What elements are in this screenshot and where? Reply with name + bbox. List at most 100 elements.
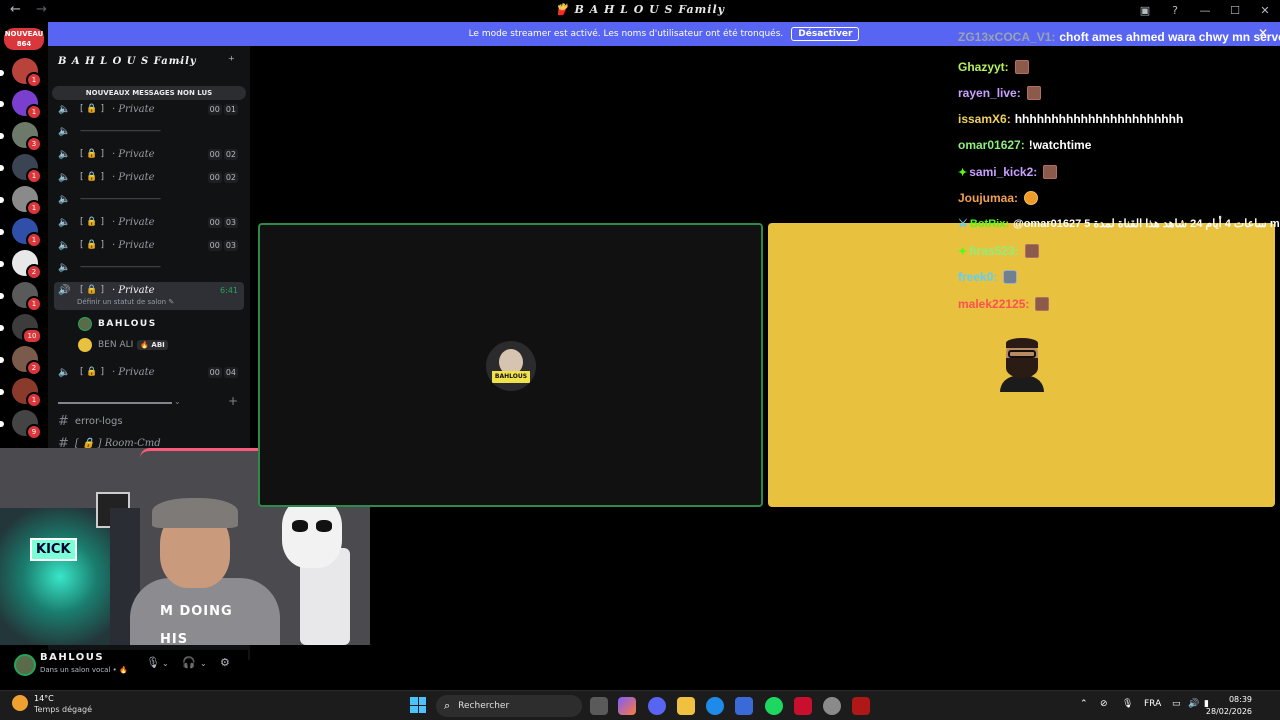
category-divider[interactable] <box>58 402 172 404</box>
streaming-app-icon[interactable] <box>794 697 812 715</box>
separator-channel[interactable]: 🔈 —————————— <box>54 257 244 277</box>
voice-channel[interactable]: 🔈 [ 🔒 ] · Private 00 03 <box>54 235 244 255</box>
neon-glow <box>0 508 120 645</box>
lock-label: [ 🔒 ] <box>80 149 104 159</box>
lock-label: [ 🔒 ] <box>80 367 104 377</box>
weather-icon[interactable] <box>12 695 28 711</box>
text-channel[interactable]: # error-logs <box>58 414 123 429</box>
file-explorer-icon[interactable] <box>677 697 695 715</box>
user-count: 00 03 <box>207 239 238 251</box>
settings-app-icon[interactable] <box>823 697 841 715</box>
windows-start-icon[interactable] <box>410 697 426 713</box>
network-off-icon[interactable]: ⊘ <box>1100 699 1108 709</box>
count-b: 03 <box>223 239 238 251</box>
channel-name: · Private <box>111 103 155 115</box>
keyboard-language[interactable]: FRA <box>1144 699 1161 709</box>
weather-description[interactable]: Temps dégagé <box>34 705 92 714</box>
disable-streamer-button[interactable]: Désactiver <box>791 27 860 41</box>
display-icon[interactable]: ▭ <box>1172 699 1181 709</box>
avatar-beard <box>1006 358 1038 378</box>
chat-text: @omar01627 5 ساعات 4 أيام 24 شاهد هذا ال… <box>1012 218 1280 230</box>
chevron-down-icon[interactable]: ⌄ <box>162 659 169 668</box>
count-b: 04 <box>223 366 238 378</box>
chat-user: BotRix: <box>969 217 1009 230</box>
chat-message: ✦ sami_kick2: <box>958 165 1058 179</box>
chat-user: issamX6: <box>958 112 1011 126</box>
chat-user: malek22125: <box>958 297 1030 311</box>
voice-tile-ben-ali[interactable] <box>768 223 1275 507</box>
user-count: 00 01 <box>207 103 238 115</box>
add-channel-icon[interactable]: + <box>228 394 238 408</box>
chat-message: rayen_live: <box>958 86 1041 100</box>
search-placeholder: Rechercher <box>458 701 510 711</box>
chat-message: ZG13xCOCA_V1: choft ames ahmed wara chwy… <box>958 30 1280 44</box>
store-icon[interactable] <box>735 697 753 715</box>
discord-app-icon[interactable] <box>648 697 666 715</box>
count-a: 00 <box>207 366 222 378</box>
inbox-icon[interactable]: ▣ <box>1130 4 1160 17</box>
voice-tile-bahlous[interactable]: BAHLOUS <box>258 223 763 507</box>
unread-dot <box>0 101 4 107</box>
add-member-icon[interactable]: ⁺ <box>228 54 235 69</box>
gear-icon[interactable]: ⚙ <box>220 656 230 669</box>
unread-dot <box>0 357 4 363</box>
user-status: Dans un salon vocal • 🔥 <box>40 666 128 674</box>
channel-name: · Private <box>111 239 155 251</box>
unread-messages-pill[interactable]: NOUVEAUX MESSAGES NON LUS <box>52 86 246 100</box>
chevron-down-icon[interactable]: ⌄ <box>200 659 207 668</box>
spotify-icon[interactable] <box>765 697 783 715</box>
new-unread-pill[interactable]: NOUVEAU 864 <box>4 28 44 50</box>
server-badge: 2 <box>26 360 42 376</box>
speaker-icon: 🔊 <box>58 285 71 296</box>
maximize-icon[interactable]: ☐ <box>1220 4 1250 17</box>
lock-label: [ 🔒 ] <box>80 217 104 227</box>
avatar[interactable] <box>14 654 36 676</box>
new-count: 864 <box>16 40 32 48</box>
server-badge: 1 <box>26 168 42 184</box>
shirt-text: M DOING HIS <box>160 604 233 645</box>
recorder-app-icon[interactable] <box>852 697 870 715</box>
lock-label: [ 🔒 ] <box>80 104 104 114</box>
voice-channel[interactable]: 🔈 [ 🔒 ] · Private 00 02 <box>54 167 244 187</box>
chevron-up-icon[interactable]: ⌃ <box>1080 699 1088 709</box>
weather-temperature[interactable]: 14°C <box>34 694 54 703</box>
copilot-icon[interactable] <box>618 697 636 715</box>
headphones-icon[interactable]: 🎧 <box>182 656 196 669</box>
separator-channel[interactable]: 🔈 —————————— <box>54 121 244 141</box>
chat-message: malek22125: <box>958 297 1050 311</box>
emote-icon <box>1026 86 1041 100</box>
microphone-icon[interactable]: 🎙 <box>1122 699 1133 709</box>
speaker-icon: 🔈 <box>58 148 71 160</box>
speaker-icon: 🔈 <box>58 193 71 205</box>
voice-member[interactable]: BAHLOUS <box>78 315 157 333</box>
search-icon: ⌕ <box>444 699 451 712</box>
voice-channel[interactable]: 🔈 [ 🔒 ] · Private 00 04 <box>54 362 244 382</box>
microphone-icon[interactable]: 🎙 <box>146 656 160 669</box>
task-view-icon[interactable] <box>590 697 608 715</box>
separator-channel[interactable]: 🔈 —————————— <box>54 189 244 209</box>
volume-icon[interactable]: 🔊 <box>1188 699 1199 709</box>
speaker-icon: 🔈 <box>58 171 71 183</box>
taskbar-search[interactable]: ⌕ Rechercher <box>436 695 582 717</box>
username[interactable]: BAHLOUS <box>40 652 104 663</box>
count-b: 02 <box>223 171 238 183</box>
chevron-down-icon[interactable]: ⌄ <box>174 397 181 406</box>
channel-status-hint[interactable]: Définir un statut de salon ✎ <box>77 298 174 306</box>
server-badge: 1 <box>26 232 42 248</box>
edge-browser-icon[interactable] <box>706 697 724 715</box>
member-tag: 🔥 ABI <box>137 340 168 350</box>
member-name: BEN ALI <box>98 340 134 350</box>
help-icon[interactable]: ? <box>1160 4 1190 17</box>
chevron-down-icon[interactable]: ⌄ <box>176 56 184 66</box>
chat-user: freek0: <box>958 270 998 284</box>
active-voice-channel[interactable]: 🔊 [ 🔒 ] · Private 6:41 Définir un statut… <box>54 282 244 310</box>
voice-channel[interactable]: 🔈 [ 🔒 ] · Private 00 02 <box>54 144 244 164</box>
close-icon[interactable]: ✕ <box>1250 4 1280 17</box>
emote-icon <box>1024 244 1039 258</box>
unread-dot <box>0 133 4 139</box>
voice-channel[interactable]: 🔈 [ 🔒 ] · Private 00 03 <box>54 212 244 232</box>
minimize-icon[interactable]: — <box>1190 4 1220 17</box>
system-clock[interactable]: 08:39 28/02/2026 <box>1206 694 1252 718</box>
voice-member[interactable]: BEN ALI 🔥 ABI <box>78 336 168 354</box>
voice-channel[interactable]: 🔈 [ 🔒 ] · Private 00 01 <box>54 99 244 119</box>
